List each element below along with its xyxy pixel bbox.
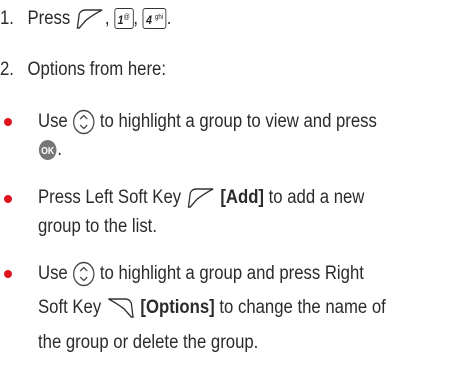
navigation-key-icon (73, 261, 95, 287)
step-text: Options from here: (27, 59, 166, 80)
bullet-3-line-3: the group or delete the group. (38, 332, 259, 353)
bullet-marker (4, 270, 12, 278)
key-4-icon: 4 ghi (142, 8, 167, 30)
bullet-1-line-2: OK . (38, 138, 62, 162)
bullet-marker (4, 118, 12, 126)
bullet-2-line-2: group to the list. (38, 216, 157, 237)
left-soft-key-icon (187, 188, 214, 208)
bullet-3-line-2: Soft Key [Options] to change the name of (38, 297, 386, 318)
navigation-key-icon (73, 109, 95, 135)
bullet-3-line-1: Use to highlight a group and press Right (38, 261, 364, 287)
left-soft-key-icon (76, 9, 103, 29)
bullet-1-line-1: Use to highlight a group to view and pre… (38, 109, 377, 135)
right-soft-key-icon (108, 298, 134, 318)
key-1-icon: 1@ (114, 8, 134, 30)
bullet-marker (4, 195, 12, 203)
step-2: 2. Options from here: (0, 58, 166, 82)
svg-text:OK: OK (41, 144, 54, 156)
bullet-2-line-1: Press Left Soft Key [Add] to add a new (38, 187, 365, 208)
step-1: 1. Press , 1@, 4 ghi. (0, 8, 172, 30)
step-text: Press (27, 8, 71, 29)
step-number: 2. (0, 59, 14, 80)
ok-key-icon: OK (38, 139, 57, 160)
step-number: 1. (0, 8, 14, 29)
